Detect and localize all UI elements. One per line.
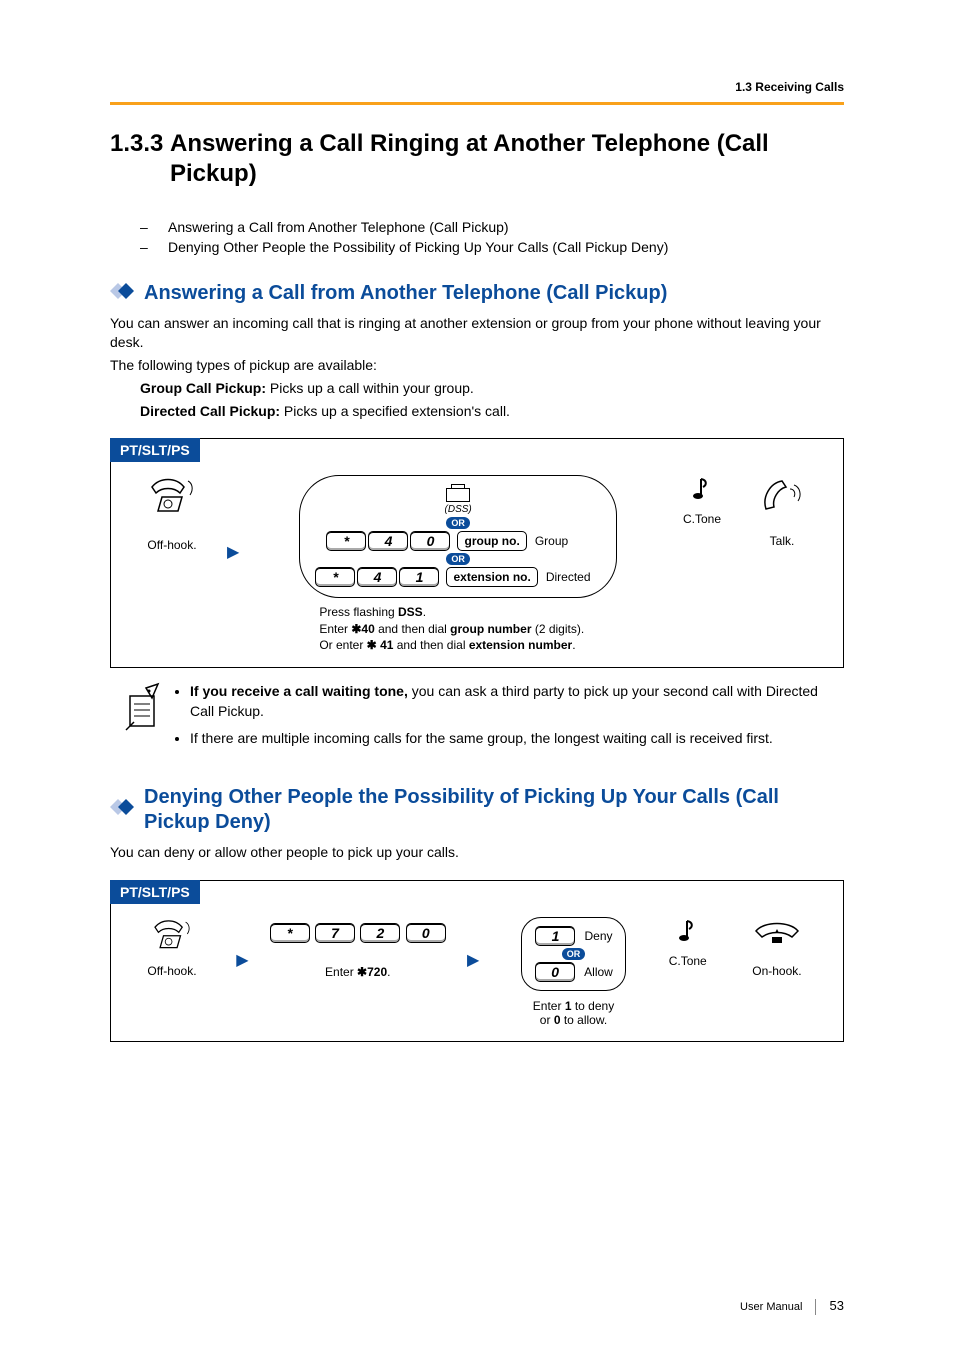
arrow-icon: ▶ [226, 950, 258, 994]
definition-text: Picks up a specified extension's call. [280, 403, 510, 419]
dss-button-icon [446, 488, 470, 502]
subheading-2: Denying Other People the Possibility of … [144, 785, 844, 835]
choice-options: 1 Deny OR 0 Allow [521, 917, 626, 991]
step-label: Talk. [737, 534, 827, 548]
note-item: If there are multiple incoming calls for… [190, 729, 844, 749]
offhook-icon [148, 475, 196, 515]
key-star: * [270, 923, 310, 943]
step-caption: Press flashing DSS. Enter ✱40 and then d… [319, 604, 667, 653]
page-number: 53 [830, 1298, 844, 1313]
section-toc: Answering a Call from Another Telephone … [110, 219, 844, 255]
toc-item: Denying Other People the Possibility of … [140, 239, 844, 255]
key-0: 0 [410, 531, 450, 551]
step-dial: (DSS) OR * 4 0 group no. Group OR * [249, 475, 667, 653]
dial-options: (DSS) OR * 4 0 group no. Group OR * [299, 475, 616, 598]
key-2: 2 [360, 923, 400, 943]
body-text: You can deny or allow other people to pi… [110, 843, 844, 862]
step-label: C.Tone [667, 512, 737, 526]
row-label: Group [535, 534, 591, 548]
subheading-row: Answering a Call from Another Telephone … [110, 281, 844, 306]
step-label: Off-hook. [127, 538, 217, 552]
key-7: 7 [315, 923, 355, 943]
arrow-icon: ▶ [457, 950, 489, 994]
talk-icon [760, 475, 804, 515]
step-ctone: C.Tone [658, 917, 718, 968]
note-item: If you receive a call waiting tone, you … [190, 682, 844, 721]
key-4: 4 [368, 531, 408, 551]
step-talk: Talk. [737, 475, 827, 548]
page-footer: User Manual 53 [740, 1298, 844, 1315]
running-head: 1.3 Receiving Calls [110, 80, 844, 94]
toc-item: Answering a Call from Another Telephone … [140, 219, 844, 235]
step-ctone: C.Tone [667, 475, 737, 526]
key-0: 0 [535, 962, 575, 982]
procedure-diagram-1: PT/SLT/PS Off-hook. ▶ (DSS) [110, 438, 844, 668]
row-label: Directed [546, 570, 602, 584]
step-label: On-hook. [727, 964, 827, 978]
key-star: * [326, 531, 366, 551]
step-label: Enter 1 to deny or 0 to allow. [499, 999, 649, 1027]
note-list: If you receive a call waiting tone, you … [172, 682, 844, 757]
onhook-icon [752, 917, 802, 947]
section-title: Answering a Call Ringing at Another Tele… [170, 129, 844, 189]
or-pill: OR [446, 553, 470, 565]
definition-label: Group Call Pickup: [140, 380, 266, 396]
step-label: Enter ✱720. [268, 965, 448, 979]
page: 1.3 Receiving Calls 1.3.3 Answering a Ca… [0, 0, 954, 1351]
diamond-icon [110, 799, 136, 820]
key-0: 0 [406, 923, 446, 943]
procedure-diagram-2: PT/SLT/PS Off-hook. ▶ * 7 [110, 880, 844, 1042]
definition: Directed Call Pickup: Picks up a specifi… [140, 402, 844, 421]
row-label: Allow [584, 965, 613, 979]
arrow-icon: ▶ [217, 542, 249, 586]
subheading-row: Denying Other People the Possibility of … [110, 785, 844, 835]
diamond-icon [110, 283, 136, 304]
key-1: 1 [399, 567, 439, 587]
header-rule [110, 102, 844, 105]
section-heading: 1.3.3 Answering a Call Ringing at Anothe… [110, 129, 844, 189]
field-group-no: group no. [457, 531, 526, 551]
dss-label: (DSS) [314, 504, 601, 515]
step-offhook: Off-hook. [127, 475, 217, 552]
tone-icon [689, 475, 715, 505]
step-label: Off-hook. [127, 964, 217, 978]
key-star: * [315, 567, 355, 587]
note-icon [122, 682, 172, 757]
body-text: You can answer an incoming call that is … [110, 314, 844, 352]
key-4: 4 [357, 567, 397, 587]
step-choose: 1 Deny OR 0 Allow Enter 1 to deny or 0 t… [499, 917, 649, 1027]
diagram-tab: PT/SLT/PS [110, 880, 200, 904]
definition-text: Picks up a call within your group. [266, 380, 474, 396]
key-1: 1 [535, 926, 575, 946]
offhook-icon [148, 917, 196, 951]
body-text: The following types of pickup are availa… [110, 356, 844, 375]
section-number: 1.3.3 [110, 129, 170, 189]
tone-icon [675, 917, 701, 947]
subheading-1: Answering a Call from Another Telephone … [144, 281, 667, 306]
step-label: C.Tone [658, 954, 718, 968]
or-pill: OR [562, 948, 586, 960]
field-extension-no: extension no. [446, 567, 537, 587]
row-label: Deny [584, 929, 612, 943]
definition-label: Directed Call Pickup: [140, 403, 280, 419]
notes-block: If you receive a call waiting tone, you … [122, 682, 844, 757]
step-offhook: Off-hook. [127, 917, 217, 978]
step-enter-code: * 7 2 0 Enter ✱720. [268, 917, 448, 979]
step-onhook: On-hook. [727, 917, 827, 978]
footer-label: User Manual [740, 1301, 802, 1313]
diagram-tab: PT/SLT/PS [110, 438, 200, 462]
definition: Group Call Pickup: Picks up a call withi… [140, 379, 844, 398]
or-pill: OR [446, 517, 470, 529]
